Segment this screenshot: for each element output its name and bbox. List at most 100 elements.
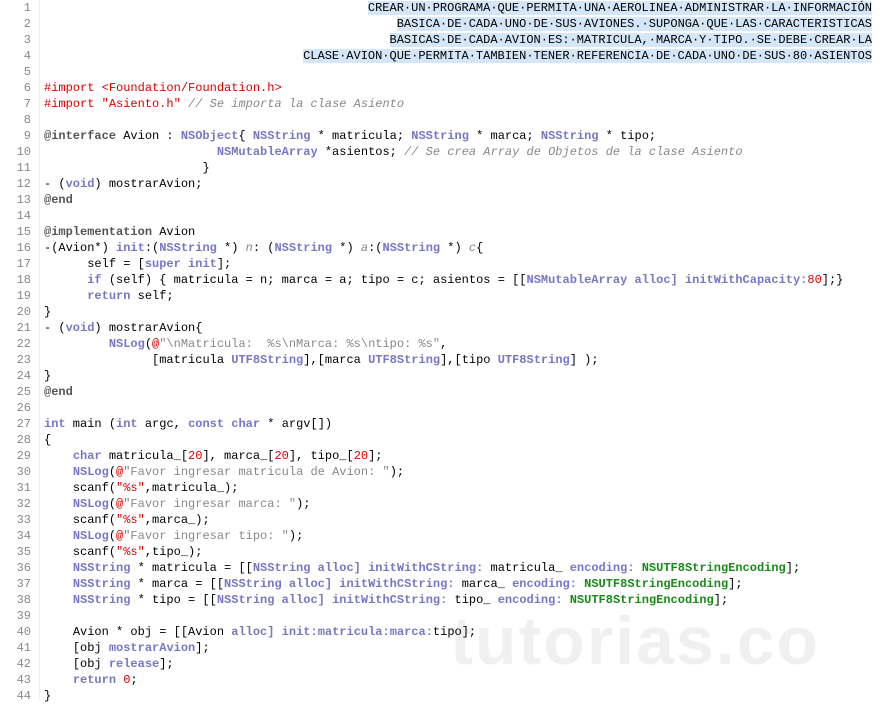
line-number: 40 <box>0 624 31 640</box>
line-number: 1 <box>0 0 31 16</box>
code-line-20[interactable]: } <box>44 304 880 320</box>
import-path: <Foundation/Foundation.h> <box>102 81 282 95</box>
line-number: 15 <box>0 224 31 240</box>
code-line-23[interactable]: [matricula UTF8String],[marca UTF8String… <box>44 352 880 368</box>
line-number: 33 <box>0 512 31 528</box>
code-line-18[interactable]: if (self) { matricula = n; marca = a; ti… <box>44 272 880 288</box>
header-text-2: BASICA·DE·CADA·UNO·DE·SUS·AVIONES.·SUPON… <box>397 17 872 31</box>
code-line-3[interactable]: BASICAS·DE·CADA·AVION·ES:·MATRICULA,·MAR… <box>44 32 880 48</box>
code-line-41[interactable]: [obj mostrarAvion]; <box>44 640 880 656</box>
code-line-13[interactable]: @end <box>44 192 880 208</box>
code-line-24[interactable]: } <box>44 368 880 384</box>
line-number: 39 <box>0 608 31 624</box>
line-number: 41 <box>0 640 31 656</box>
line-number: 42 <box>0 656 31 672</box>
line-number: 13 <box>0 192 31 208</box>
line-number: 22 <box>0 336 31 352</box>
code-line-33[interactable]: scanf("%s",marca_); <box>44 512 880 528</box>
code-line-14[interactable] <box>44 208 880 224</box>
line-number: 18 <box>0 272 31 288</box>
import-directive: #import <box>44 81 94 95</box>
line-number: 20 <box>0 304 31 320</box>
line-number: 12 <box>0 176 31 192</box>
line-number: 4 <box>0 48 31 64</box>
line-number: 44 <box>0 688 31 704</box>
code-line-28[interactable]: { <box>44 432 880 448</box>
line-number: 10 <box>0 144 31 160</box>
line-number: 19 <box>0 288 31 304</box>
code-line-11[interactable]: } <box>44 160 880 176</box>
code-line-42[interactable]: [obj release]; <box>44 656 880 672</box>
header-text-4: CLASE·AVION·QUE·PERMITA·TAMBIEN·TENER·RE… <box>303 49 872 63</box>
line-number-gutter: 1234567891011121314151617181920212223242… <box>0 0 40 700</box>
line-number: 36 <box>0 560 31 576</box>
nsobject: NSObject <box>181 129 239 143</box>
line-number: 6 <box>0 80 31 96</box>
line-number: 17 <box>0 256 31 272</box>
code-line-31[interactable]: scanf("%s",matricula_); <box>44 480 880 496</box>
line-number: 30 <box>0 464 31 480</box>
line-number: 43 <box>0 672 31 688</box>
code-line-7[interactable]: #import "Asiento.h" // Se importa la cla… <box>44 96 880 112</box>
class-name: Avion : <box>116 129 181 143</box>
code-line-19[interactable]: return self; <box>44 288 880 304</box>
line-number: 27 <box>0 416 31 432</box>
line-number: 5 <box>0 64 31 80</box>
code-line-38[interactable]: NSString * tipo = [[NSString alloc] init… <box>44 592 880 608</box>
code-line-32[interactable]: NSLog(@"Favor ingresar marca: "); <box>44 496 880 512</box>
code-editor[interactable]: 1234567891011121314151617181920212223242… <box>0 0 880 700</box>
code-line-10[interactable]: NSMutableArray *asientos; // Se crea Arr… <box>44 144 880 160</box>
line-number: 37 <box>0 576 31 592</box>
code-line-40[interactable]: Avion * obj = [[Avion alloc] init:matric… <box>44 624 880 640</box>
code-line-15[interactable]: @implementation Avion <box>44 224 880 240</box>
line-number: 11 <box>0 160 31 176</box>
line-number: 23 <box>0 352 31 368</box>
code-line-26[interactable] <box>44 400 880 416</box>
code-line-27[interactable]: int main (int argc, const char * argv[]) <box>44 416 880 432</box>
import-directive: #import <box>44 97 94 111</box>
line-number: 31 <box>0 480 31 496</box>
line-number: 7 <box>0 96 31 112</box>
header-text-3: BASICAS·DE·CADA·AVION·ES:·MATRICULA,·MAR… <box>390 33 872 47</box>
code-line-36[interactable]: NSString * matricula = [[NSString alloc]… <box>44 560 880 576</box>
code-line-5[interactable] <box>44 64 880 80</box>
line-number: 2 <box>0 16 31 32</box>
code-line-44[interactable]: } <box>44 688 880 704</box>
line-number: 3 <box>0 32 31 48</box>
line-number: 16 <box>0 240 31 256</box>
line-number: 24 <box>0 368 31 384</box>
code-line-4[interactable]: CLASE·AVION·QUE·PERMITA·TAMBIEN·TENER·RE… <box>44 48 880 64</box>
line-number: 26 <box>0 400 31 416</box>
code-line-6[interactable]: #import <Foundation/Foundation.h> <box>44 80 880 96</box>
code-line-12[interactable]: - (void) mostrarAvion; <box>44 176 880 192</box>
code-line-29[interactable]: char matricula_[20], marca_[20], tipo_[2… <box>44 448 880 464</box>
comment: // Se crea Array de Objetos de la clase … <box>404 145 742 159</box>
code-line-30[interactable]: NSLog(@"Favor ingresar matricula de Avio… <box>44 464 880 480</box>
code-line-16[interactable]: -(Avion*) init:(NSString *) n: (NSString… <box>44 240 880 256</box>
code-line-17[interactable]: self = [super init]; <box>44 256 880 272</box>
code-line-8[interactable] <box>44 112 880 128</box>
code-content[interactable]: CREAR·UN·PROGRAMA·QUE·PERMITA·UNA·AEROLI… <box>40 0 880 700</box>
code-line-21[interactable]: - (void) mostrarAvion{ <box>44 320 880 336</box>
code-line-2[interactable]: BASICA·DE·CADA·UNO·DE·SUS·AVIONES.·SUPON… <box>44 16 880 32</box>
header-text-1: CREAR·UN·PROGRAMA·QUE·PERMITA·UNA·AEROLI… <box>368 1 872 15</box>
code-line-37[interactable]: NSString * marca = [[NSString alloc] ini… <box>44 576 880 592</box>
code-line-22[interactable]: NSLog(@"\nMatricula: %s\nMarca: %s\ntipo… <box>44 336 880 352</box>
import-path: "Asiento.h" <box>102 97 181 111</box>
code-line-34[interactable]: NSLog(@"Favor ingresar tipo: "); <box>44 528 880 544</box>
line-number: 34 <box>0 528 31 544</box>
line-number: 28 <box>0 432 31 448</box>
code-line-25[interactable]: @end <box>44 384 880 400</box>
line-number: 29 <box>0 448 31 464</box>
code-line-1[interactable]: CREAR·UN·PROGRAMA·QUE·PERMITA·UNA·AEROLI… <box>44 0 880 16</box>
code-line-9[interactable]: @interface Avion : NSObject{ NSString * … <box>44 128 880 144</box>
line-number: 38 <box>0 592 31 608</box>
line-number: 8 <box>0 112 31 128</box>
code-line-35[interactable]: scanf("%s",tipo_); <box>44 544 880 560</box>
code-line-43[interactable]: return 0; <box>44 672 880 688</box>
interface-keyword: @interface <box>44 129 116 143</box>
line-number: 25 <box>0 384 31 400</box>
line-number: 21 <box>0 320 31 336</box>
line-number: 9 <box>0 128 31 144</box>
code-line-39[interactable] <box>44 608 880 624</box>
